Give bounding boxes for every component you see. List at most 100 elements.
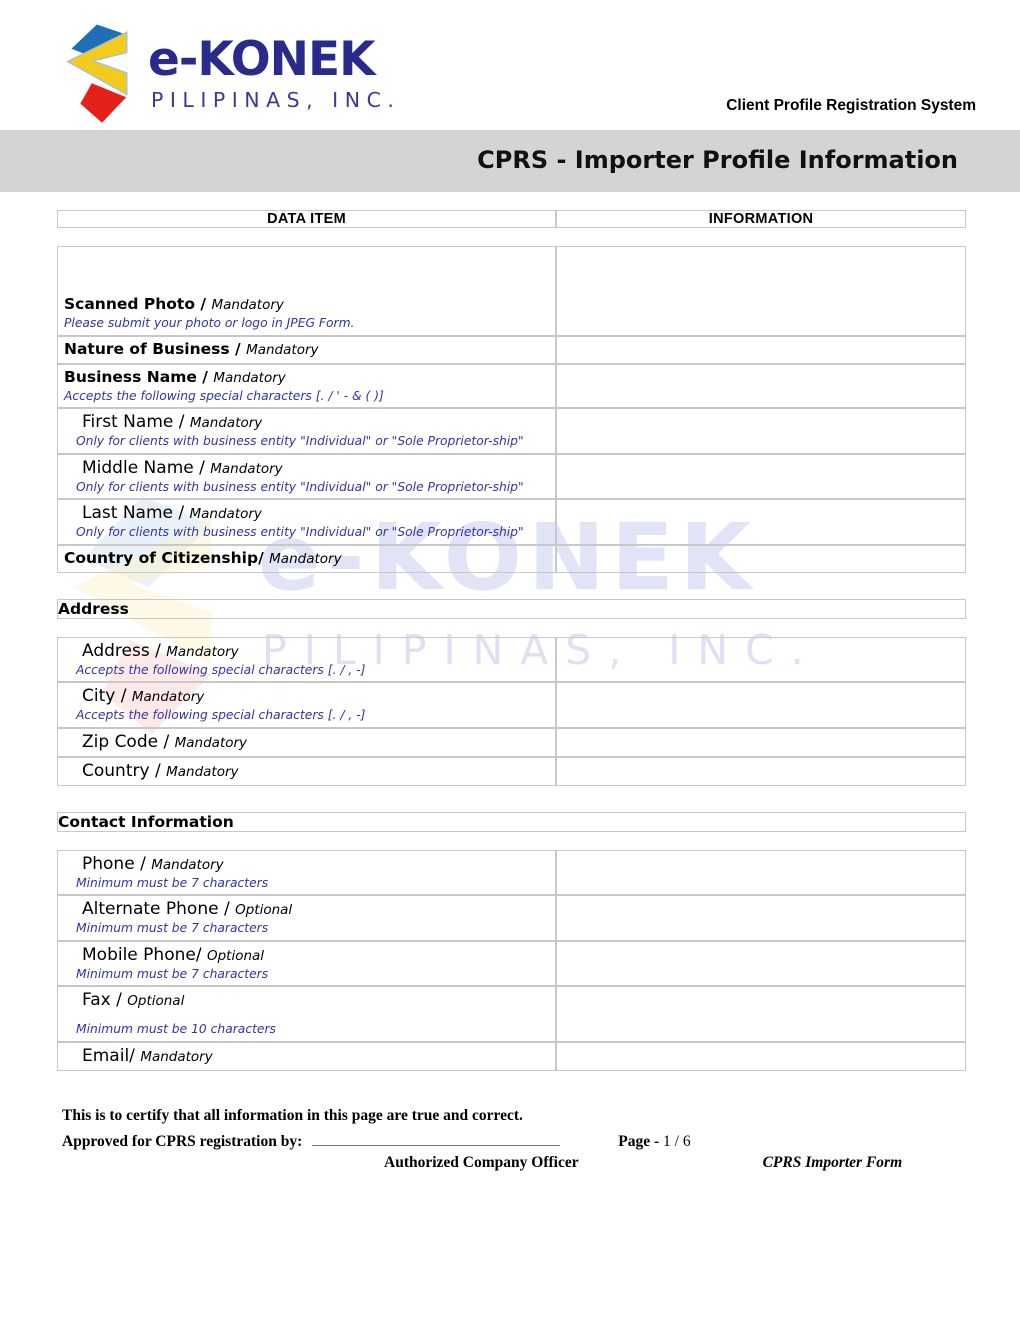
field-label-line: Zip Code / Mandatory [64,732,549,752]
logo-wordmark: e-KONEK [148,31,376,87]
field-hint: Minimum must be 10 characters [76,1022,276,1036]
field-label-line: Nature of Business / Mandatory [64,340,549,359]
information-input-cell-mobile-phone[interactable] [556,940,966,986]
information-input-cell-country[interactable] [556,756,966,786]
field-label: Country [82,760,150,781]
field-label-line: Country of Citizenship/ Mandatory [64,549,549,568]
column-header-information: INFORMATION [556,210,966,228]
data-item-cell-nature-of-business: Nature of Business / Mandatory [57,335,557,364]
information-input-cell-address[interactable] [556,636,966,682]
table-row: Zip Code / Mandatory [57,727,966,757]
field-label: Middle Name [82,457,194,478]
table-row: Business Name / Mandatory Accepts the fol… [57,363,966,408]
section-table-address: Address / Mandatory Accepts the following… [57,636,966,786]
table-row: Scanned Photo / Mandatory Please submit y… [57,246,966,336]
field-label-line: Fax / Optional [64,990,549,1010]
field-requirement: Mandatory [151,856,224,873]
field-hint: Accepts the following special characters… [76,708,366,722]
field-label-line: Address / Mandatory [64,641,549,661]
field-label: Phone [82,853,135,874]
data-item-cell-mobile-phone: Mobile Phone/ Optional Minimum must be 7 … [57,940,557,986]
field-label-separator: / [149,640,167,661]
table-row: Email/ Mandatory [57,1041,966,1071]
signature-line[interactable] [312,1130,561,1146]
field-label-line: Email/ Mandatory [64,1046,549,1066]
information-input-cell-fax[interactable] [556,986,966,1042]
data-item-cell-alternate-phone: Alternate Phone / Optional Minimum must b… [57,895,557,941]
field-hint: Accepts the following special characters… [64,388,384,403]
field-requirement: Mandatory [246,341,319,358]
field-label-line: City / Mandatory [64,686,549,706]
field-label: Nature of Business [64,339,230,358]
section-heading-address: Address [57,598,966,619]
page-title: CPRS - Importer Profile Information [477,146,958,174]
data-item-cell-country-of-citizenship: Country of Citizenship/ Mandatory [57,544,557,573]
section-table-business: Scanned Photo / Mandatory Please submit y… [57,246,966,573]
data-item-cell-middle-name: Middle Name / Mandatory Only for clients … [57,453,557,499]
field-label-separator: / [134,853,152,874]
field-requirement: Mandatory [189,506,262,522]
data-item-cell-city: City / Mandatory Accepts the following sp… [57,682,557,728]
field-requirement: Mandatory [210,460,283,477]
field-label-line: Phone / Mandatory [64,854,549,874]
section-heading-row: Address [57,598,966,619]
field-label: Mobile Phone [82,944,196,965]
field-label-separator: / [158,731,175,752]
data-item-cell-email: Email/ Mandatory [57,1041,557,1071]
information-input-cell-middle-name[interactable] [556,453,966,499]
page-footer: This is to certify that all information … [62,1107,967,1172]
information-input-cell-last-name[interactable] [556,499,966,545]
form-sections: Scanned Photo / Mandatory Please submit y… [0,228,1020,1071]
field-label-line: Scanned Photo / Mandatory [64,295,549,314]
table-row: Alternate Phone / Optional Minimum must b… [57,895,966,941]
field-label: Email [82,1045,130,1066]
table-column-headers: DATA ITEM INFORMATION [57,210,966,228]
table-row: Fax / Optional Minimum must be 10 charact… [57,986,966,1042]
information-input-cell-email[interactable] [556,1041,966,1071]
table-row: Last Name / Mandatory Only for clients wi… [57,499,966,545]
information-input-cell-business-name[interactable] [556,363,966,408]
field-hint: Only for clients with business entity "I… [76,525,524,539]
information-input-cell-first-name[interactable] [556,408,966,454]
field-requirement: Mandatory [166,643,239,660]
document-title-bar: CPRS - Importer Profile Information [0,130,1020,192]
field-label: City [82,686,116,706]
field-label-separator: / [173,412,190,432]
field-label-separator: / [193,457,211,478]
field-label-separator: / [129,1045,141,1066]
field-hint: Accepts the following special characters… [76,662,366,677]
table-row: Address / Mandatory Accepts the following… [57,636,966,682]
information-input-cell-city[interactable] [556,682,966,728]
field-requirement: Optional [235,902,293,918]
table-row: Middle Name / Mandatory Only for clients … [57,453,966,499]
table-row: First Name / Mandatory Only for clients w… [57,408,966,454]
field-label-separator: / [258,548,270,567]
section-heading-label: Contact Information [57,811,966,832]
data-item-cell-scanned-photo: Scanned Photo / Mandatory Please submit y… [57,246,557,336]
company-logo: e-KONEK PILIPINAS, INC. [62,22,400,124]
table-row: Country / Mandatory [57,756,966,786]
information-input-cell-country-of-citizenship[interactable] [556,544,966,573]
field-hint: Only for clients with business entity "I… [76,434,524,448]
information-input-cell-alternate-phone[interactable] [556,895,966,941]
information-input-cell-phone[interactable] [556,849,966,895]
section-heading-contact-information: Contact Information [57,811,966,832]
ekonek-arrow-logo-icon [66,24,128,123]
information-input-cell-zip-code[interactable] [556,727,966,757]
section-table-contact-information: Phone / Mandatory Minimum must be 7 chara… [57,849,966,1071]
table-row: Nature of Business / Mandatory [57,335,966,364]
information-input-cell-nature-of-business[interactable] [556,335,966,364]
field-requirement: Mandatory [140,1048,213,1065]
field-label: Fax [82,990,111,1010]
field-label-separator: / [149,760,167,781]
field-hint: Please submit your photo or logo in JPEG… [64,316,355,330]
information-input-cell-scanned-photo[interactable] [556,246,966,336]
field-hint: Only for clients with business entity "I… [76,479,524,494]
field-label: Zip Code [82,731,159,752]
field-requirement: Mandatory [131,689,205,705]
field-label: Alternate Phone [82,899,219,919]
page-number-label: Page - [618,1132,664,1150]
